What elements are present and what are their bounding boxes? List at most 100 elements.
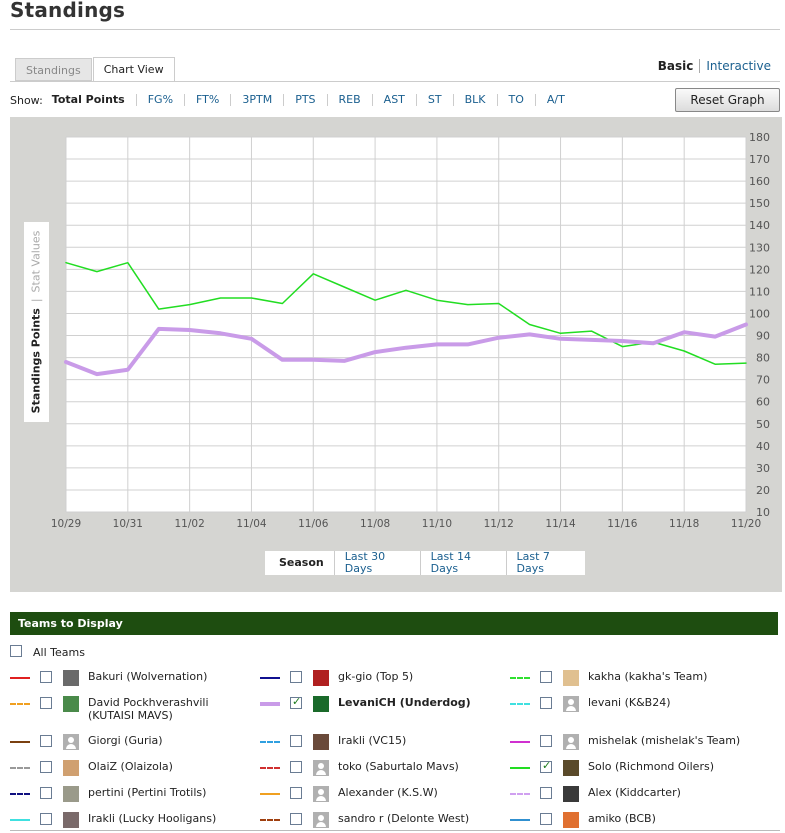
team-checkbox[interactable] [540,759,552,773]
team-name: pertini (Pertini Trotils) [88,786,207,799]
stat-at[interactable]: A/T [534,94,576,106]
team-name: sandro r (Delonte West) [338,812,470,825]
team-name: Irakli (Lucky Hooligans) [88,812,217,825]
x-tick-label: 10/29 [51,518,81,530]
team-checkbox[interactable] [290,695,302,709]
y-tick-label: 70 [756,374,770,387]
team-line-swatch [510,793,530,795]
stat-total-points[interactable]: Total Points [52,94,136,106]
team-line-swatch [260,741,280,743]
stat-fg-pct[interactable]: FG% [135,94,184,106]
team-row: mishelak (mishelak's Team) [510,734,750,760]
bottom-divider [10,830,780,831]
stat-to[interactable]: TO [496,94,535,106]
team-checkbox[interactable] [540,735,552,747]
team-line-swatch [10,741,30,743]
team-avatar [63,696,79,712]
team-checkbox[interactable] [290,787,302,799]
chart-panel: 10 20 30 40 50 60 70 80 90 100 110 120 130 140 150 160 1… [10,117,782,592]
team-checkbox[interactable] [40,787,52,799]
team-checkbox[interactable] [540,671,552,683]
team-line-swatch [510,741,530,743]
team-name: gk-gio (Top 5) [338,670,414,683]
basic-view-link[interactable]: Basic [658,59,694,73]
team-row: Alexander (K.S.W) [260,786,500,812]
y-tick-label: 140 [749,219,770,232]
team-checkbox[interactable] [540,697,552,709]
y-tick-label: 170 [749,153,770,166]
teams-to-display-header: Teams to Display [10,612,778,635]
team-line-swatch [10,677,30,679]
team-name: amiko (BCB) [588,812,656,825]
team-checkbox[interactable] [290,761,302,773]
team-name: David Pockhverashvili (KUTAISI MAVS) [88,696,209,722]
interactive-view-link[interactable]: Interactive [706,59,771,73]
tab-chart-view[interactable]: Chart View [92,57,175,82]
team-line-swatch [260,767,280,769]
view-mode-toggle: Basic Interactive [658,59,771,73]
team-checkbox[interactable] [40,813,52,825]
y-tick-label: 80 [756,352,770,365]
y-tick-label: 130 [749,241,770,254]
team-line-swatch [510,819,530,821]
team-name: Irakli (VC15) [338,734,407,747]
team-avatar [563,786,579,802]
team-name: OlaiZ (Olaizola) [88,760,173,773]
x-tick-label: 11/06 [298,518,329,530]
stat-blk[interactable]: BLK [452,94,497,106]
yaxis-divider: | [29,298,43,303]
tab-standings[interactable]: Standings [15,58,92,81]
team-avatar [313,760,329,776]
x-tick-label: 11/02 [175,518,205,530]
team-avatar [313,812,329,828]
team-avatar [563,734,579,750]
page-title: Standings [10,0,126,22]
team-checkbox[interactable] [540,787,552,799]
range-last-30-days[interactable]: Last 30 Days [333,551,420,575]
standings-points-toggle[interactable]: Standings Points [30,308,43,413]
stat-3ptm[interactable]: 3PTM [230,94,283,106]
x-tick-label: 11/16 [607,518,638,530]
y-tick-label: 30 [756,462,770,475]
y-tick-label: 20 [756,484,770,497]
y-tick-label: 180 [749,131,770,144]
team-checkbox[interactable] [540,813,552,825]
stat-pts[interactable]: PTS [283,94,326,106]
team-checkbox[interactable] [290,813,302,825]
range-last-7-days[interactable]: Last 7 Days [505,551,586,575]
team-row: levani (K&B24) [510,696,750,722]
y-tick-label: 40 [756,440,770,453]
team-row: Solo (Richmond Oilers) [510,759,750,786]
team-checkbox[interactable] [40,697,52,709]
team-row: toko (Saburtalo Mavs) [260,760,500,786]
team-line-swatch [510,703,530,705]
team-avatar [313,786,329,802]
team-checkbox[interactable] [290,671,302,683]
y-tick-label: 50 [756,418,770,431]
team-line-swatch [260,677,280,679]
team-row: Alex (Kiddcarter) [510,786,750,812]
team-name: Giorgi (Guria) [88,734,163,747]
standings-line-chart: 1020304050607080901001101201301401501601… [51,131,770,530]
stat-st[interactable]: ST [415,94,453,106]
all-teams-checkbox[interactable] [10,645,22,657]
team-checkbox[interactable] [40,735,52,747]
reset-graph-button[interactable]: Reset Graph [675,88,780,112]
range-last-14-days[interactable]: Last 14 Days [419,551,506,575]
stat-values-toggle[interactable]: Stat Values [30,231,43,293]
stat-ft-pct[interactable]: FT% [184,94,230,106]
team-checkbox[interactable] [40,671,52,683]
team-avatar [563,696,579,712]
team-name: levani (K&B24) [588,696,671,709]
team-checkbox[interactable] [40,761,52,773]
team-avatar [313,696,329,712]
team-avatar [563,812,579,828]
stat-reb[interactable]: REB [326,94,372,106]
y-tick-label: 90 [756,330,770,343]
range-season[interactable]: Season [279,557,334,569]
stat-ast[interactable]: AST [371,94,416,106]
x-tick-label: 11/08 [360,518,390,530]
team-checkbox[interactable] [290,735,302,747]
team-line-swatch [260,702,280,706]
x-tick-label: 11/04 [236,518,267,530]
